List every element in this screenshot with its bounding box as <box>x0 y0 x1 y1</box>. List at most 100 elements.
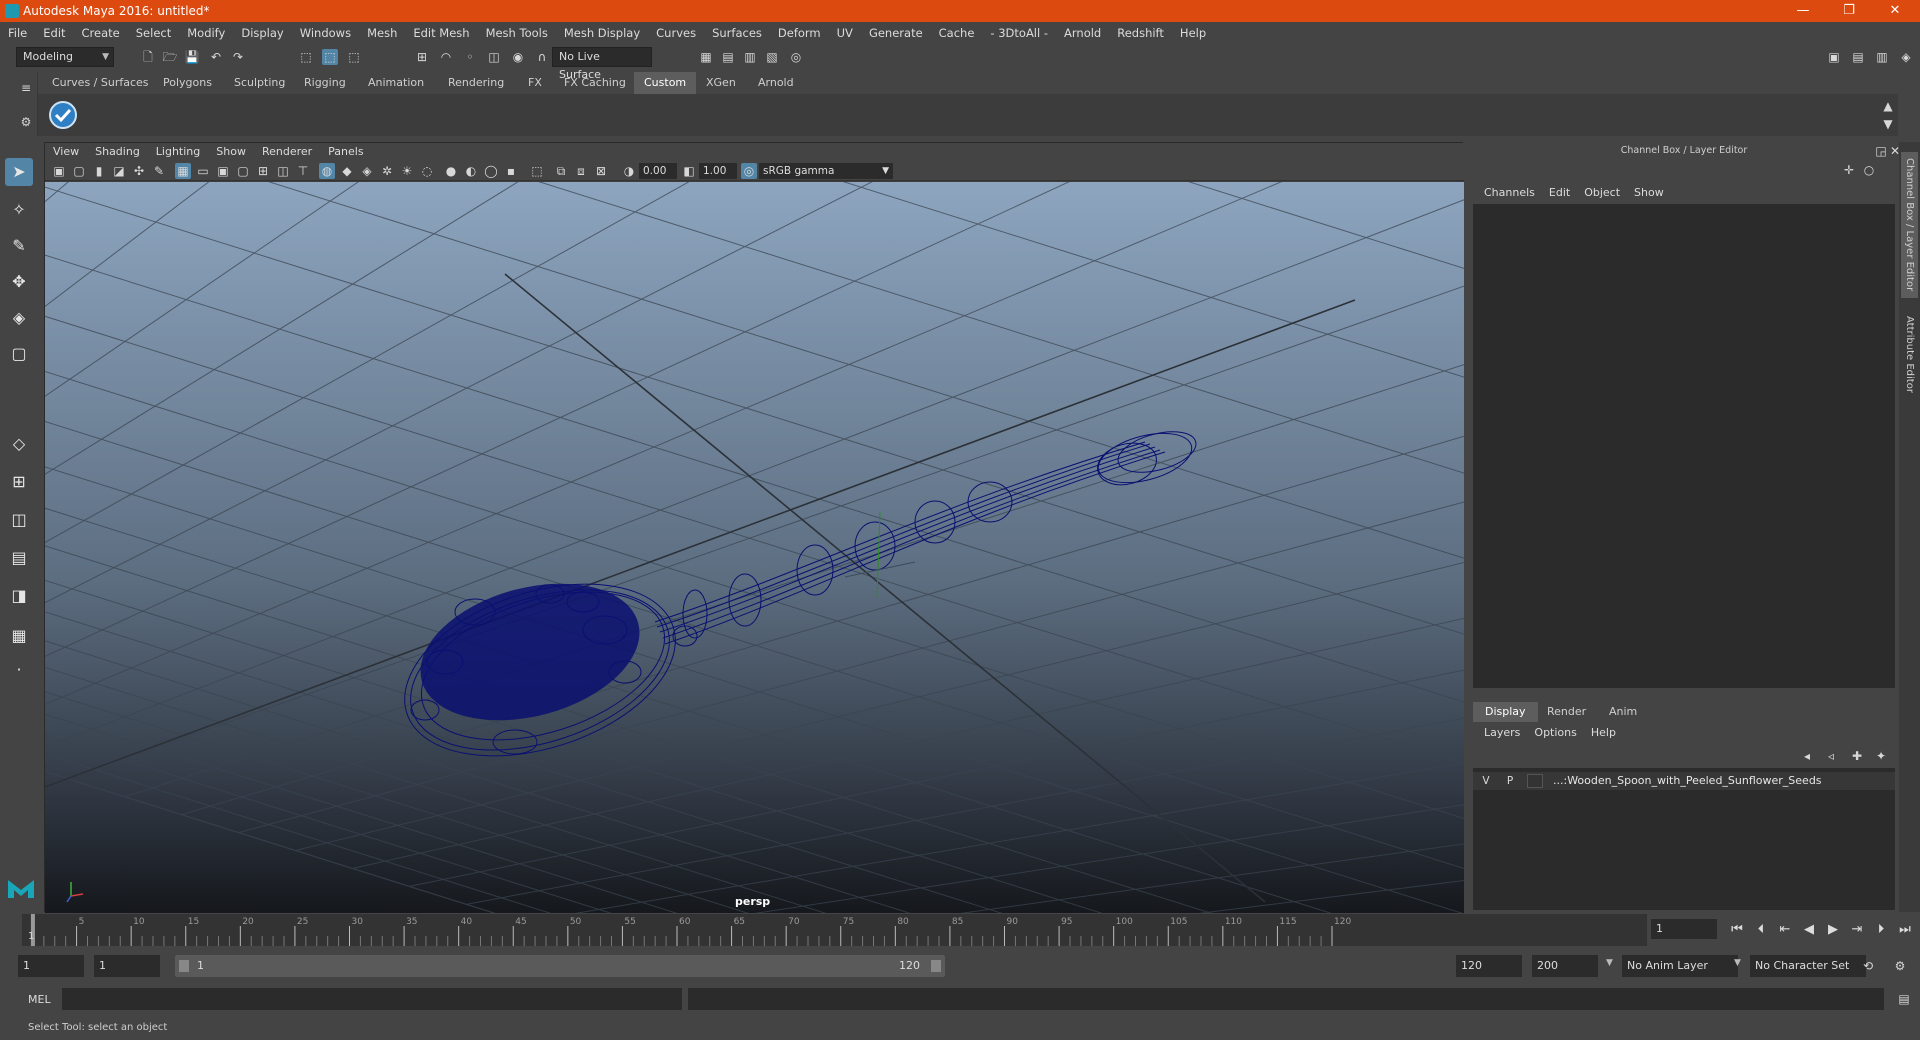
hypershade-layout-icon[interactable]: ◨ <box>5 582 33 610</box>
go-to-end-icon[interactable]: ⏭ <box>1896 921 1914 939</box>
viewport-menu-shading[interactable]: Shading <box>87 143 148 161</box>
channel-box-manipulator-icon[interactable]: ✛ <box>1841 162 1857 178</box>
character-set-dropdown[interactable]: No Character Set <box>1750 955 1866 977</box>
go-to-start-icon[interactable]: ⏮ <box>1728 921 1746 939</box>
four-view-layout-icon[interactable]: ⊞ <box>5 468 33 496</box>
script-editor-icon[interactable]: ▤ <box>1896 991 1912 1007</box>
auto-key-icon[interactable]: ⟲ <box>1860 958 1876 974</box>
snap-curve-icon[interactable]: ◠ <box>438 49 454 65</box>
film-gate-icon[interactable]: ▭ <box>195 163 211 179</box>
play-forwards-icon[interactable]: ▶ <box>1824 921 1842 939</box>
menu-file[interactable]: File <box>0 22 35 44</box>
perspective-outliner-layout-icon[interactable]: ◫ <box>5 506 33 534</box>
shelf-settings-gear-icon[interactable]: ⚙ <box>18 114 34 130</box>
animation-start-field[interactable]: 1 <box>18 955 84 977</box>
gate-mask-icon[interactable]: ▢ <box>235 163 251 179</box>
range-slider[interactable]: 1 120 <box>175 955 945 977</box>
camera-attributes-icon[interactable]: ▢ <box>71 163 87 179</box>
toolbox-more-icon[interactable]: · <box>5 656 33 684</box>
viewport-menu-lighting[interactable]: Lighting <box>148 143 208 161</box>
menu-deform[interactable]: Deform <box>770 22 829 44</box>
layer-menu-help[interactable]: Help <box>1584 726 1623 739</box>
select-tool-icon[interactable]: ➤ <box>5 158 33 186</box>
hypershade-icon[interactable]: ◎ <box>788 49 804 65</box>
tab-anim[interactable]: Anim <box>1597 702 1649 722</box>
select-by-hierarchy-icon[interactable]: ⬚ <box>298 49 314 65</box>
channel-box-menu-channels[interactable]: Channels <box>1477 186 1542 199</box>
command-language-label[interactable]: MEL <box>28 993 51 1006</box>
tab-polygons[interactable]: Polygons <box>153 72 222 94</box>
viewport-menu-renderer[interactable]: Renderer <box>254 143 320 161</box>
command-input[interactable] <box>62 988 682 1010</box>
menu-mesh-tools[interactable]: Mesh Tools <box>478 22 556 44</box>
undo-icon[interactable]: ↶ <box>208 49 224 65</box>
anti-aliasing-icon[interactable]: ◯ <box>483 163 499 179</box>
step-back-frame-icon[interactable]: ⏴ <box>1752 921 1770 939</box>
gamma-field[interactable]: 1.00 <box>699 163 737 179</box>
tab-xgen[interactable]: XGen <box>696 72 746 94</box>
chevron-down-icon[interactable]: ▼ <box>1606 958 1613 968</box>
select-by-object-icon[interactable]: ⬚ <box>322 49 338 65</box>
new-scene-icon[interactable]: 🗋 <box>140 49 156 65</box>
maximize-button[interactable]: ❐ <box>1826 0 1872 22</box>
wireframe-on-shaded-icon[interactable]: ◈ <box>359 163 375 179</box>
snap-magnet-icon[interactable]: ∩ <box>534 49 550 65</box>
perspective-scene[interactable] <box>45 182 1464 913</box>
snap-point-icon[interactable]: ◦ <box>462 49 478 65</box>
grid-toggle-icon[interactable]: ▦ <box>175 163 191 179</box>
menu-edit[interactable]: Edit <box>35 22 73 44</box>
open-scene-icon[interactable]: 🗁 <box>162 49 178 65</box>
minimize-button[interactable]: — <box>1780 0 1826 22</box>
menu-mesh-display[interactable]: Mesh Display <box>556 22 648 44</box>
attribute-editor-toggle-icon[interactable]: ▤ <box>1850 49 1866 65</box>
move-layer-up-icon[interactable]: ◂ <box>1799 748 1815 764</box>
menu-select[interactable]: Select <box>128 22 179 44</box>
render-frame-icon[interactable]: ▤ <box>720 49 736 65</box>
render-view-icon[interactable]: ▧ <box>764 49 780 65</box>
current-frame-field[interactable]: 1 <box>1651 919 1717 939</box>
menu-curves[interactable]: Curves <box>648 22 704 44</box>
tab-attribute-editor[interactable]: Attribute Editor <box>1901 308 1918 400</box>
channel-box-speed-icon[interactable]: ○ <box>1861 162 1877 178</box>
color-management-icon[interactable]: ◎ <box>741 163 757 179</box>
save-scene-icon[interactable]: 💾 <box>184 49 200 65</box>
render-view-layout-icon[interactable]: ▦ <box>5 622 33 650</box>
safe-action-icon[interactable]: ◫ <box>275 163 291 179</box>
tab-animation[interactable]: Animation <box>358 72 434 94</box>
textured-icon[interactable]: ✲ <box>379 163 395 179</box>
tab-custom[interactable]: Custom <box>634 72 697 94</box>
tab-render[interactable]: Render <box>1535 702 1598 722</box>
isolate-select-icon[interactable]: ⬚ <box>529 163 545 179</box>
perspective-graph-layout-icon[interactable]: ▤ <box>5 544 33 572</box>
close-button[interactable]: ✕ <box>1872 0 1918 22</box>
view-transform-dropdown[interactable]: sRGB gamma ▼ <box>759 163 893 179</box>
custom-shelf-checkmark-icon[interactable] <box>48 100 78 130</box>
snap-view-plane-icon[interactable]: ◫ <box>486 49 502 65</box>
menu-windows[interactable]: Windows <box>292 22 359 44</box>
tab-channel-box-layer-editor[interactable]: Channel Box / Layer Editor <box>1901 152 1918 298</box>
step-back-key-icon[interactable]: ⇤ <box>1776 921 1794 939</box>
snap-live-icon[interactable]: ◉ <box>510 49 526 65</box>
menu-modify[interactable]: Modify <box>179 22 233 44</box>
safe-title-icon[interactable]: ⊤ <box>295 163 311 179</box>
select-by-component-icon[interactable]: ⬚ <box>346 49 362 65</box>
menu-display[interactable]: Display <box>233 22 291 44</box>
time-slider[interactable]: 5 10 15 20 25 30 35 40 45 50 55 60 65 70 75 80 85 90 95 100… <box>22 914 1647 946</box>
playback-start-field[interactable]: 1 <box>94 955 160 977</box>
redo-icon[interactable]: ↷ <box>230 49 246 65</box>
xray-icon[interactable]: ⧉ <box>553 163 569 179</box>
viewport-menu-show[interactable]: Show <box>208 143 254 161</box>
image-plane-icon[interactable]: ◪ <box>111 163 127 179</box>
channel-box-menu-object[interactable]: Object <box>1577 186 1627 199</box>
rotate-tool-icon[interactable]: ◈ <box>5 304 33 332</box>
menu-3dtoall[interactable]: - 3DtoAll - <box>982 22 1056 44</box>
channel-box-body[interactable] <box>1473 204 1895 688</box>
exposure-icon[interactable]: ◑ <box>621 163 637 179</box>
layer-color-swatch[interactable] <box>1527 774 1543 788</box>
layer-menu-options[interactable]: Options <box>1527 726 1583 739</box>
single-perspective-layout-icon[interactable]: ◇ <box>5 430 33 458</box>
new-layer-icon[interactable]: ✚ <box>1849 748 1865 764</box>
shadows-icon[interactable]: ◌ <box>419 163 435 179</box>
tab-rendering[interactable]: Rendering <box>438 72 514 94</box>
tab-fx-caching[interactable]: FX Caching <box>554 72 636 94</box>
